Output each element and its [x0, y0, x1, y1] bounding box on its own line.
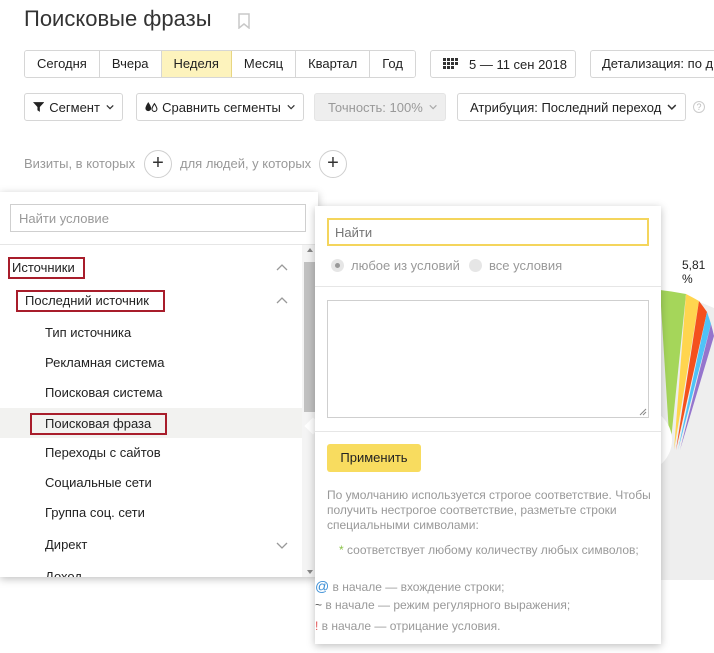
values-textarea[interactable]	[327, 300, 649, 418]
hint-wildcard: * соответствует любому количеству любых …	[339, 543, 639, 558]
radio-all-label: все условия	[489, 258, 563, 273]
period-quarter-button[interactable]: Квартал	[296, 51, 371, 77]
date-range-button[interactable]: 5 — 11 сен 2018	[430, 50, 576, 78]
filter-icon	[33, 102, 45, 112]
hint-negation: ! в начале — отрицание условия.	[315, 619, 615, 634]
period-yesterday-button[interactable]: Вчера	[99, 51, 162, 77]
hint-text: соответствует любому количеству любых си…	[343, 543, 639, 557]
tree-item-search-engine[interactable]: Поисковая система	[0, 378, 302, 408]
apply-button[interactable]: Применить	[327, 444, 421, 472]
radio-any-condition[interactable]: любое из условий	[331, 258, 460, 273]
hint-text: в начале — режим регулярного выражения;	[322, 598, 571, 612]
tree-item-label: Группа соц. сети	[45, 505, 145, 520]
resize-handle-icon[interactable]	[639, 408, 647, 416]
tree-item-search-phrase[interactable]: Поисковая фраза	[0, 408, 302, 438]
chevron-down-icon	[287, 104, 295, 110]
add-people-condition-button[interactable]: +	[319, 150, 347, 178]
segment-button[interactable]: Сегмент	[24, 93, 123, 121]
tree-item-sources[interactable]: Источники	[0, 252, 302, 282]
find-input[interactable]	[327, 218, 649, 246]
help-text: По умолчанию используется строгое соотве…	[327, 488, 651, 532]
tree-item-label: Поисковая фраза	[30, 413, 168, 435]
tree-item-label: Рекламная система	[45, 355, 165, 370]
tree-item-label: Последний источник	[16, 290, 165, 312]
page-title: Поисковые фразы	[24, 6, 212, 31]
bookmark-icon[interactable]	[238, 13, 250, 29]
condition-search-input[interactable]	[10, 204, 306, 232]
hint-text: в начале — отрицание условия.	[318, 619, 501, 633]
divider	[315, 431, 661, 432]
tree-item-ad-system[interactable]: Рекламная система	[0, 348, 302, 378]
tree-item-label: Источники	[8, 257, 85, 279]
people-condition-label: для людей, у которых	[180, 156, 312, 171]
attribution-label: Атрибуция: Последний переход	[470, 99, 662, 115]
period-week-button[interactable]: Неделя	[161, 51, 232, 77]
tree-item-label: Директ	[45, 537, 88, 552]
help-icon[interactable]: ?	[693, 101, 705, 113]
tree-item-label: Поисковая система	[45, 385, 163, 400]
chevron-down-icon	[106, 104, 114, 110]
radio-checked-icon	[331, 259, 344, 272]
calendar-icon	[443, 58, 458, 69]
condition-list-panel: Источники Последний источник Тип источни…	[0, 192, 318, 577]
period-year-button[interactable]: Год	[370, 51, 415, 77]
period-selector: Сегодня Вчера Неделя Месяц Квартал Год	[24, 50, 416, 78]
date-range-label: 5 — 11 сен 2018	[469, 56, 568, 72]
tree-item-social-networks[interactable]: Социальные сети	[0, 468, 302, 498]
hint-symbol: @	[315, 578, 330, 594]
visits-condition-label: Визиты, в которых	[24, 156, 136, 171]
accuracy-dropdown[interactable]: Точность: 100%	[314, 93, 446, 121]
chevron-down-icon	[276, 542, 288, 549]
radio-all-conditions[interactable]: все условия	[469, 258, 562, 273]
hint-symbol: ~	[315, 598, 323, 612]
compare-segments-button[interactable]: Сравнить сегменты	[136, 93, 304, 121]
tree-item-social-group[interactable]: Группа соц. сети	[0, 498, 302, 528]
attribution-dropdown[interactable]: Атрибуция: Последний переход	[457, 93, 686, 121]
period-today-button[interactable]: Сегодня	[25, 51, 100, 77]
accuracy-label: Точность: 100%	[328, 99, 423, 115]
segment-label: Сегмент	[49, 99, 100, 115]
hint-regex: ~ в начале — режим регулярного выражения…	[315, 598, 615, 613]
divider	[315, 286, 661, 287]
tree-item-label: Тип источника	[45, 325, 132, 340]
tree-item-source-type[interactable]: Тип источника	[0, 318, 302, 348]
tree-item-label: Переходы с сайтов	[45, 445, 161, 460]
tree-item-referrals[interactable]: Переходы с сайтов	[0, 438, 302, 468]
hint-substring: @ в начале — вхождение строки;	[315, 579, 615, 595]
chevron-down-icon	[667, 104, 677, 110]
add-visit-condition-button[interactable]: +	[144, 150, 172, 178]
chevron-up-icon	[276, 297, 288, 304]
chevron-up-icon	[276, 264, 288, 271]
detail-dropdown[interactable]: Детализация: по д	[590, 50, 714, 78]
tree-item-income[interactable]: Доход	[0, 562, 302, 577]
radio-any-label: любое из условий	[351, 258, 460, 273]
filter-panel: любое из условий все условия Применить П…	[315, 206, 661, 644]
tree-item-label: Доход	[45, 569, 82, 577]
tree-item-label: Социальные сети	[45, 475, 152, 490]
drops-icon	[145, 102, 158, 113]
tree-item-direct[interactable]: Директ	[0, 530, 302, 560]
tree-item-last-source[interactable]: Последний источник	[0, 285, 302, 315]
divider	[0, 244, 318, 245]
period-month-button[interactable]: Месяц	[231, 51, 297, 77]
radio-unchecked-icon	[469, 259, 482, 272]
hint-text: в начале — вхождение строки;	[329, 580, 505, 594]
chevron-down-icon	[429, 104, 437, 110]
compare-label: Сравнить сегменты	[162, 99, 281, 115]
